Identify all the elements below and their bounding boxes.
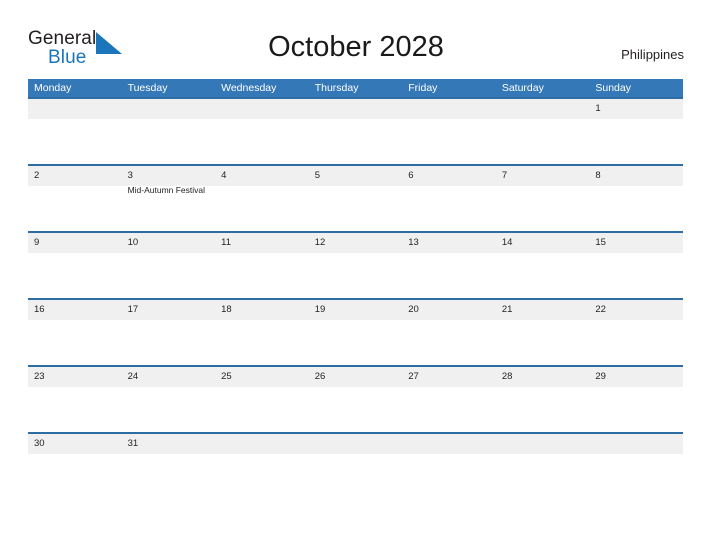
day-number: 28: [501, 371, 513, 382]
day-number: 11: [221, 237, 231, 248]
day-number: 6: [408, 170, 414, 181]
day-cell[interactable]: 24: [122, 367, 216, 432]
day-number: 21: [501, 304, 513, 315]
day-number: 29: [595, 371, 606, 382]
weekday-header-sunday: Sunday: [595, 82, 631, 94]
calendar-grid: Monday Tuesday Wednesday Thursday Friday…: [28, 79, 683, 499]
week-row: 30 31: [28, 432, 683, 499]
weekday-header-row: Monday Tuesday Wednesday Thursday Friday…: [28, 79, 683, 97]
day-cell[interactable]: 8: [589, 166, 683, 231]
day-cell[interactable]: 6: [402, 166, 496, 231]
weekday-header-tuesday: Tuesday: [127, 82, 168, 94]
day-cell[interactable]: 3 Mid-Autumn Festival: [122, 166, 216, 231]
page-title: October 2028: [268, 31, 444, 63]
day-cell[interactable]: [309, 99, 403, 164]
week-row: 23 24 25 26 27 28 29: [28, 365, 683, 432]
day-number: 17: [127, 304, 139, 315]
weekday-header-monday: Monday: [34, 82, 72, 94]
day-cell[interactable]: [215, 99, 309, 164]
day-cell[interactable]: 10: [122, 233, 216, 298]
day-cell[interactable]: 1: [589, 99, 683, 164]
day-cell[interactable]: 17: [122, 300, 216, 365]
country-label: Philippines: [621, 47, 684, 62]
calendar-page: General Blue October 2028 Philippines Mo…: [0, 0, 712, 550]
day-cell[interactable]: 21: [496, 300, 590, 365]
day-number: 31: [127, 438, 139, 449]
day-number: 15: [595, 237, 606, 248]
day-cell[interactable]: [589, 434, 683, 499]
page-header: General Blue October 2028 Philippines: [0, 0, 712, 78]
day-number: 16: [34, 304, 45, 315]
day-number: 5: [314, 170, 320, 181]
week-row: 16 17 18 19 20 21 22: [28, 298, 683, 365]
day-cell[interactable]: [122, 99, 216, 164]
day-number: 20: [408, 304, 419, 315]
day-cell[interactable]: 15: [589, 233, 683, 298]
week-row: 2 3 Mid-Autumn Festival 4 5 6 7 8: [28, 164, 683, 231]
day-cell[interactable]: 18: [215, 300, 309, 365]
day-cell[interactable]: [496, 434, 590, 499]
day-cell[interactable]: 26: [309, 367, 403, 432]
day-cell[interactable]: 22: [589, 300, 683, 365]
day-number: 25: [221, 371, 232, 382]
day-number: 30: [34, 438, 45, 449]
day-number: 4: [221, 170, 227, 181]
day-number: 1: [595, 103, 601, 114]
day-cell[interactable]: 28: [496, 367, 590, 432]
day-cell[interactable]: 14: [496, 233, 590, 298]
day-number: 10: [127, 237, 139, 248]
weekday-header-friday: Friday: [408, 82, 438, 94]
weekday-header-thursday: Thursday: [314, 82, 359, 94]
day-number: 3: [127, 170, 133, 181]
day-cell[interactable]: 11: [215, 233, 309, 298]
day-cell[interactable]: 27: [402, 367, 496, 432]
day-cell[interactable]: 7: [496, 166, 590, 231]
day-cell[interactable]: [496, 99, 590, 164]
day-cell[interactable]: 23: [28, 367, 122, 432]
day-cell[interactable]: 25: [215, 367, 309, 432]
day-number: 19: [314, 304, 326, 315]
day-number: 7: [501, 170, 508, 181]
day-cell[interactable]: [402, 99, 496, 164]
day-cell[interactable]: 9: [28, 233, 122, 298]
day-number: 23: [34, 371, 45, 382]
day-number: 27: [408, 371, 419, 382]
day-cell[interactable]: 19: [309, 300, 403, 365]
day-cell[interactable]: [309, 434, 403, 499]
day-cell[interactable]: [215, 434, 309, 499]
day-number: 9: [34, 237, 40, 248]
day-cell[interactable]: 30: [28, 434, 122, 499]
week-row: 1: [28, 97, 683, 164]
day-cell[interactable]: [402, 434, 496, 499]
day-number: 18: [221, 304, 232, 315]
day-cell[interactable]: 31: [122, 434, 216, 499]
day-number: 2: [34, 170, 40, 181]
day-event: Mid-Autumn Festival: [127, 185, 206, 195]
day-cell[interactable]: 2: [28, 166, 122, 231]
day-cell[interactable]: 16: [28, 300, 122, 365]
day-number: 26: [314, 371, 326, 382]
day-cell[interactable]: 13: [402, 233, 496, 298]
day-cell[interactable]: 5: [309, 166, 403, 231]
weekday-header-wednesday: Wednesday: [221, 82, 277, 94]
day-cell[interactable]: 29: [589, 367, 683, 432]
day-number: 24: [127, 371, 139, 382]
day-number: 13: [408, 237, 419, 248]
weekday-header-saturday: Saturday: [501, 82, 544, 94]
day-number: 14: [501, 237, 513, 248]
day-cell[interactable]: [28, 99, 122, 164]
day-number: 12: [314, 237, 326, 248]
day-cell[interactable]: 20: [402, 300, 496, 365]
day-cell[interactable]: 12: [309, 233, 403, 298]
day-cell[interactable]: 4: [215, 166, 309, 231]
day-number: 8: [595, 170, 601, 181]
day-number: 22: [595, 304, 606, 315]
week-row: 9 10 11 12 13 14 15: [28, 231, 683, 298]
